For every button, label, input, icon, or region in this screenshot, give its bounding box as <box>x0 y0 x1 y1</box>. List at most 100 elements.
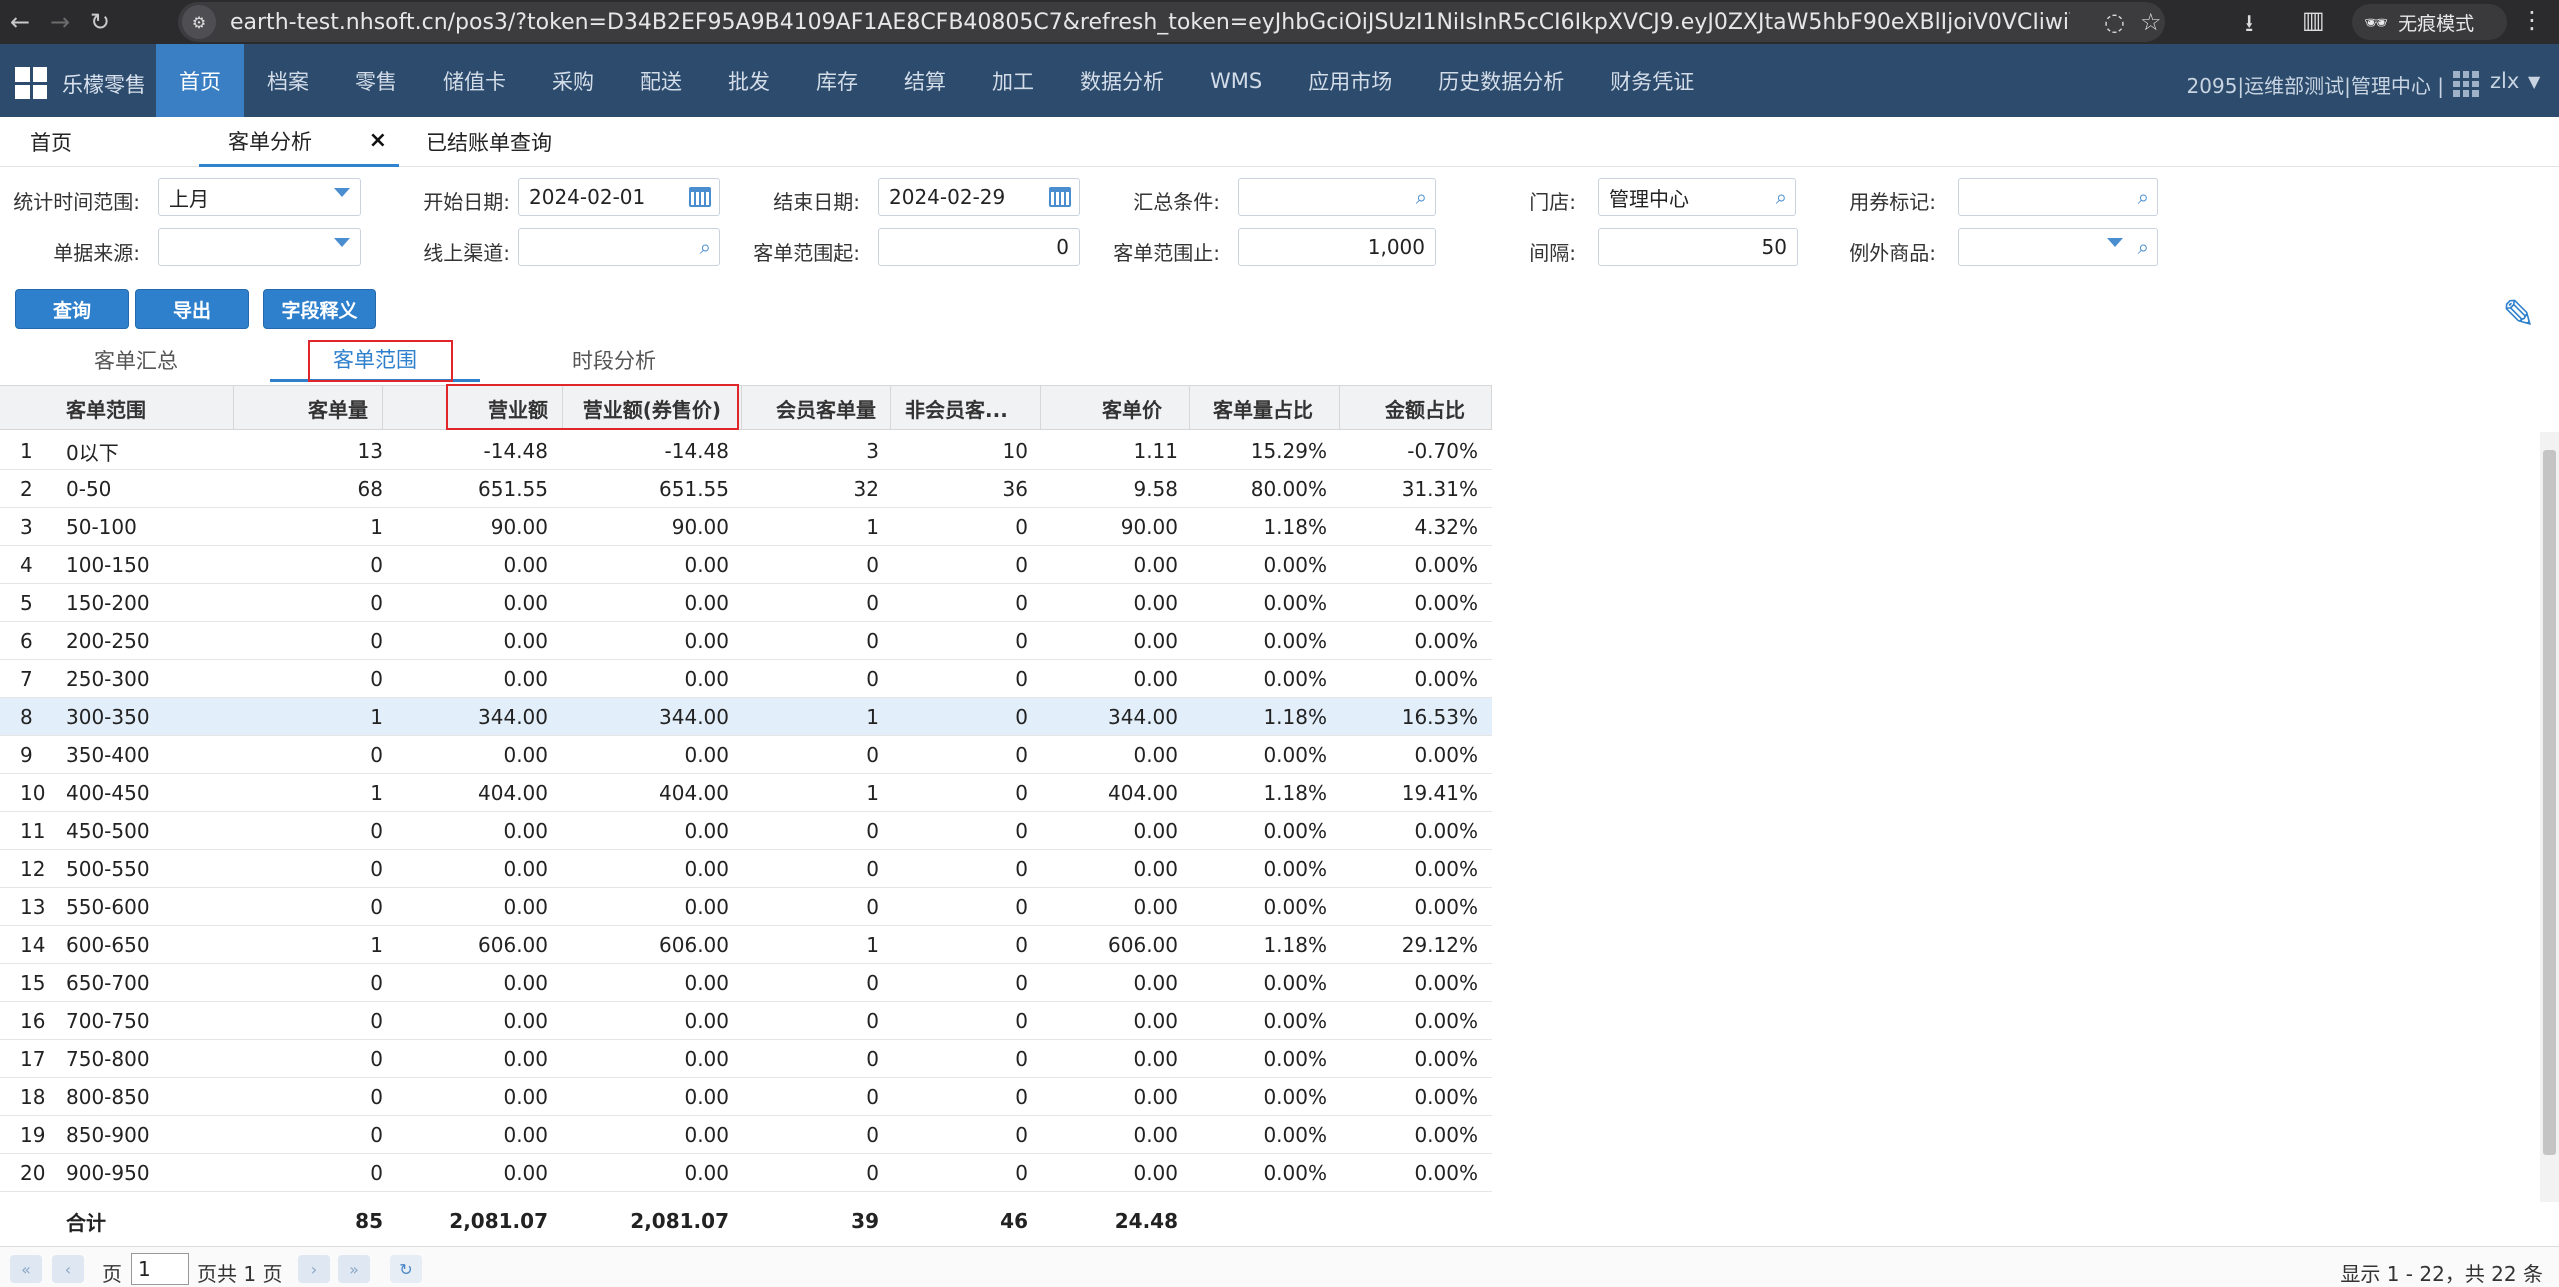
store-input[interactable]: 管理中心 ⌕ <box>1598 178 1796 216</box>
eye-off-icon[interactable]: ◌ <box>2104 8 2125 36</box>
dropdown-arrow-icon[interactable] <box>2107 238 2123 247</box>
col-header[interactable]: 金额占比 <box>1340 386 1492 430</box>
table-row[interactable]: 17 750-800 0 0.00 0.00 0 0 0.00 0.00% 0.00% <box>0 1040 1492 1078</box>
start-date-input[interactable]: 2024-02-01 <box>518 178 720 216</box>
prev-page-icon[interactable]: ‹ <box>52 1255 84 1283</box>
nav-menu-item[interactable]: 批发 <box>705 44 793 117</box>
field-definition-button[interactable]: 字段释义 <box>263 289 376 329</box>
nav-menu-item[interactable]: 应用市场 <box>1285 44 1415 117</box>
end-date-input[interactable]: 2024-02-29 <box>878 178 1080 216</box>
table-row[interactable]: 1 0以下 13 -14.48 -14.48 3 10 1.11 15.29% -0.70% <box>0 432 1492 470</box>
page-tab-home[interactable]: 首页 <box>30 117 150 167</box>
nav-menu-item[interactable]: 加工 <box>969 44 1057 117</box>
nav-menu-item[interactable]: 采购 <box>529 44 617 117</box>
table-row[interactable]: 18 800-850 0 0.00 0.00 0 0 0.00 0.00% 0.00% <box>0 1078 1492 1116</box>
more-menu-icon[interactable]: ⋮ <box>2520 6 2544 34</box>
address-bar[interactable]: ⚙ earth-test.nhsoft.cn/pos3/?token=D34B2… <box>178 2 2165 42</box>
table-row[interactable]: 12 500-550 0 0.00 0.00 0 0 0.00 0.00% 0.00% <box>0 850 1492 888</box>
table-row[interactable]: 20 900-950 0 0.00 0.00 0 0 0.00 0.00% 0.00% <box>0 1154 1492 1192</box>
col-header[interactable]: 营业额(券售价) <box>563 386 742 430</box>
search-icon[interactable]: ⌕ <box>2138 235 2149 259</box>
username[interactable]: zlx <box>2490 69 2519 93</box>
star-icon[interactable]: ☆ <box>2140 8 2162 36</box>
nav-menu-item[interactable]: 库存 <box>793 44 881 117</box>
col-header[interactable]: 客单价 <box>1041 386 1190 430</box>
search-icon[interactable]: ⌕ <box>2138 185 2149 209</box>
search-icon[interactable]: ⌕ <box>700 235 711 259</box>
nav-menu-item[interactable]: WMS <box>1187 44 1285 117</box>
subtab-customer-summary[interactable]: 客单汇总 <box>58 338 214 382</box>
site-info-icon[interactable]: ⚙ <box>182 5 216 39</box>
search-icon[interactable]: ⌕ <box>1416 185 1427 209</box>
table-row[interactable]: 3 50-100 1 90.00 90.00 1 0 90.00 1.18% 4.32% <box>0 508 1492 546</box>
except-goods-input[interactable]: ⌕ <box>1958 228 2158 266</box>
subtab-time-period[interactable]: 时段分析 <box>536 338 692 382</box>
table-row[interactable]: 2 0-50 68 651.55 651.55 32 36 9.58 80.00% 31.31% <box>0 470 1492 508</box>
refresh-icon[interactable]: ↻ <box>390 1255 422 1283</box>
scrollbar-thumb[interactable] <box>2543 450 2556 1155</box>
col-header[interactable]: 非会员客... <box>891 386 1041 430</box>
vertical-scrollbar[interactable] <box>2540 432 2559 1202</box>
reload-icon[interactable]: ↻ <box>80 0 120 44</box>
table-row[interactable]: 19 850-900 0 0.00 0.00 0 0 0.00 0.00% 0.00% <box>0 1116 1492 1154</box>
edit-icon[interactable]: ✎ <box>2502 292 2546 338</box>
table-row[interactable]: 15 650-700 0 0.00 0.00 0 0 0.00 0.00% 0.00% <box>0 964 1492 1002</box>
table-row[interactable]: 4 100-150 0 0.00 0.00 0 0 0.00 0.00% 0.00% <box>0 546 1492 584</box>
range-from-input[interactable]: 0 <box>878 228 1080 266</box>
page-number-input[interactable]: 1 <box>131 1253 189 1285</box>
table-row[interactable]: 7 250-300 0 0.00 0.00 0 0 0.00 0.00% 0.00% <box>0 660 1492 698</box>
sidepanel-icon[interactable]: ▥ <box>2302 6 2325 34</box>
back-icon[interactable]: ← <box>0 0 40 44</box>
url-text[interactable]: earth-test.nhsoft.cn/pos3/?token=D34B2EF… <box>230 10 2070 35</box>
export-button[interactable]: 导出 <box>135 289 249 329</box>
col-header[interactable]: 营业额 <box>447 386 563 430</box>
nav-menu-item[interactable]: 配送 <box>617 44 705 117</box>
calendar-icon[interactable] <box>1049 187 1071 207</box>
nav-menu-item[interactable]: 零售 <box>332 44 420 117</box>
calendar-icon[interactable] <box>689 187 711 207</box>
nav-menu-item[interactable]: 历史数据分析 <box>1415 44 1587 117</box>
table-row[interactable]: 16 700-750 0 0.00 0.00 0 0 0.00 0.00% 0.00% <box>0 1002 1492 1040</box>
source-select[interactable] <box>158 228 361 266</box>
col-header[interactable]: 客单量占比 <box>1190 386 1340 430</box>
nav-menu-item[interactable]: 数据分析 <box>1057 44 1187 117</box>
table-row[interactable]: 8 300-350 1 344.00 344.00 1 0 344.00 1.18% 16.53% <box>0 698 1492 736</box>
nav-menu-item[interactable]: 储值卡 <box>420 44 529 117</box>
apps-grid-icon[interactable] <box>2453 71 2479 97</box>
table-row[interactable]: 14 600-650 1 606.00 606.00 1 0 606.00 1.18% 29.12… <box>0 926 1492 964</box>
table-row[interactable]: 10 400-450 1 404.00 404.00 1 0 404.00 1.18% 19.41… <box>0 774 1492 812</box>
table-row[interactable]: 6 200-250 0 0.00 0.00 0 0 0.00 0.00% 0.00% <box>0 622 1492 660</box>
nav-menu-item[interactable]: 首页 <box>156 44 244 117</box>
table-row[interactable]: 5 150-200 0 0.00 0.00 0 0 0.00 0.00% 0.00% <box>0 584 1492 622</box>
nav-menu-item[interactable]: 档案 <box>244 44 332 117</box>
table-cell: 150-200 <box>66 591 150 615</box>
table-cell: 0.00% <box>1263 629 1327 653</box>
range-select[interactable]: 上月 <box>158 178 361 216</box>
range-to-input[interactable]: 1,000 <box>1238 228 1436 266</box>
channel-input[interactable]: ⌕ <box>518 228 720 266</box>
close-icon[interactable]: × <box>369 128 387 153</box>
table-row[interactable]: 11 450-500 0 0.00 0.00 0 0 0.00 0.00% 0.00% <box>0 812 1492 850</box>
table-row[interactable]: 13 550-600 0 0.00 0.00 0 0 0.00 0.00% 0.00% <box>0 888 1492 926</box>
table-row[interactable]: 9 350-400 0 0.00 0.00 0 0 0.00 0.00% 0.00% <box>0 736 1492 774</box>
forward-icon[interactable]: → <box>40 0 80 44</box>
col-header[interactable]: 客单量 <box>234 386 383 430</box>
col-header[interactable]: 客单范围 <box>0 386 234 430</box>
incognito-badge[interactable]: 🕶 无痕模式 <box>2352 4 2507 40</box>
nav-menu-item[interactable]: 财务凭证 <box>1587 44 1717 117</box>
subtab-customer-range[interactable]: 客单范围 <box>270 338 480 382</box>
interval-input[interactable]: 50 <box>1598 228 1798 266</box>
summary-input[interactable]: ⌕ <box>1238 178 1436 216</box>
col-header[interactable]: 会员客单量 <box>742 386 891 430</box>
query-button[interactable]: 查询 <box>15 289 129 329</box>
next-page-icon[interactable]: › <box>298 1255 330 1283</box>
download-icon[interactable]: ⭳ <box>2245 6 2253 47</box>
page-tab-settled-bills[interactable]: 已结账单查询 <box>426 117 626 167</box>
first-page-icon[interactable]: « <box>10 1255 42 1283</box>
chevron-down-icon[interactable]: ▼ <box>2528 72 2540 91</box>
search-icon[interactable]: ⌕ <box>1776 185 1787 209</box>
last-page-icon[interactable]: » <box>338 1255 370 1283</box>
page-tab-customer-analysis[interactable]: 客单分析 × <box>199 117 399 167</box>
nav-menu-item[interactable]: 结算 <box>881 44 969 117</box>
coupon-input[interactable]: ⌕ <box>1958 178 2158 216</box>
